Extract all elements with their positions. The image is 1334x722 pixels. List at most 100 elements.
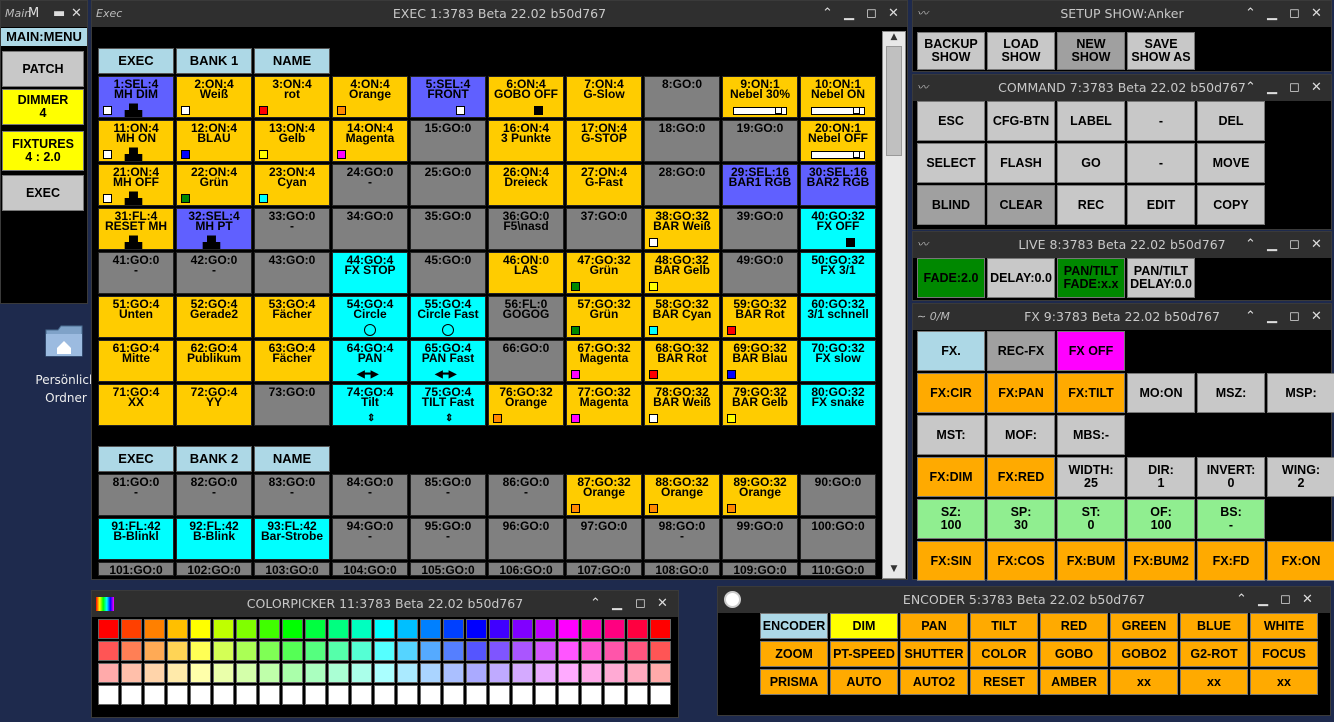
maximize-icon[interactable]: ◻ [1289, 304, 1300, 330]
color-swatch-button[interactable] [604, 663, 625, 683]
color-swatch-button[interactable] [466, 641, 487, 661]
exec-cell[interactable]: 93:FL:42 Bar-Strobe [254, 518, 330, 560]
color-swatch-button[interactable] [604, 685, 625, 705]
command-button[interactable]: EDIT [1127, 185, 1195, 225]
command-button[interactable]: SELECT [917, 143, 985, 183]
fx-button[interactable]: SZ: 100 [917, 499, 985, 539]
color-swatch-button[interactable] [305, 685, 326, 705]
color-swatch-button[interactable] [351, 685, 372, 705]
maximize-icon[interactable]: ◻ [1280, 587, 1291, 613]
color-swatch-button[interactable] [650, 685, 671, 705]
fx-button[interactable]: REC-FX [987, 331, 1055, 371]
exec-cell[interactable]: 65:GO:4 PAN Fast ◀━▶ [410, 340, 486, 382]
exec-cell[interactable]: 40:GO:32 FX OFF [800, 208, 876, 250]
command-button[interactable]: LABEL [1057, 101, 1125, 141]
encoder-button[interactable]: G2-ROT [1180, 641, 1248, 667]
live-button-3[interactable]: PAN/TILT FADE:x.x [1057, 258, 1125, 298]
command-button[interactable]: FLASH [987, 143, 1055, 183]
encoder-button[interactable]: GOBO [1040, 641, 1108, 667]
live-button-1[interactable]: FADE:2.0 [917, 258, 985, 298]
fx-button[interactable]: DIR: 1 [1127, 457, 1195, 497]
exec-cell[interactable]: 36:GO:0 F5\nasd [488, 208, 564, 250]
exec-cell[interactable]: 67:GO:32 Magenta [566, 340, 642, 382]
color-swatch-button[interactable] [397, 663, 418, 683]
exec-cell[interactable]: 47:GO:32 Grün [566, 252, 642, 294]
color-swatch-button[interactable] [144, 619, 165, 639]
color-swatch-button[interactable] [374, 619, 395, 639]
command-button[interactable]: MOVE [1197, 143, 1265, 183]
exec-cell[interactable]: 4:ON:4 Orange [332, 76, 408, 118]
exec-cell[interactable]: 34:GO:0 [332, 208, 408, 250]
color-swatch-button[interactable] [489, 641, 510, 661]
exec-cell[interactable]: 110:GO:0 [800, 562, 876, 576]
exec-cell[interactable]: 77:GO:32 Magenta [566, 384, 642, 426]
exec-cell[interactable]: 25:GO:0 [410, 164, 486, 206]
command-button[interactable]: BLIND [917, 185, 985, 225]
close-icon[interactable]: ✕ [657, 591, 668, 617]
exec-cell[interactable]: 86:GO:0- [488, 474, 564, 516]
exec-cell[interactable]: 41:GO:0- [98, 252, 174, 294]
exec-cell[interactable]: 50:GO:32 FX 3/1 [800, 252, 876, 294]
setup-button-2[interactable]: LOAD SHOW [987, 32, 1055, 70]
minimize-icon[interactable]: ▁ [1267, 1, 1277, 27]
exec-cell[interactable]: 38:GO:32 BAR Weiß [644, 208, 720, 250]
color-swatch-button[interactable] [581, 619, 602, 639]
exec-cell[interactable]: 56:FL:0 GOGOG [488, 296, 564, 338]
color-swatch-button[interactable] [213, 619, 234, 639]
color-swatch-button[interactable] [489, 663, 510, 683]
color-swatch-button[interactable] [535, 619, 556, 639]
exec-cell[interactable]: 43:GO:0 [254, 252, 330, 294]
fx-button[interactable]: MSP: [1267, 373, 1334, 413]
color-swatch-button[interactable] [443, 619, 464, 639]
color-swatch-button[interactable] [144, 641, 165, 661]
exec-cell[interactable]: 37:GO:0 [566, 208, 642, 250]
main-menu-button-1[interactable]: PATCH [2, 51, 84, 87]
maximize-icon[interactable]: ◻ [866, 1, 877, 27]
live-button-2[interactable]: DELAY:0.0 [987, 258, 1055, 298]
scroll-down-icon[interactable]: ▼ [883, 564, 905, 578]
color-swatch-button[interactable] [98, 619, 119, 639]
fx-button[interactable]: MOF: [987, 415, 1055, 455]
exec-cell[interactable]: 66:GO:0 [488, 340, 564, 382]
color-swatch-button[interactable] [512, 619, 533, 639]
exec-cell[interactable]: 104:GO:0 [332, 562, 408, 576]
fx-button[interactable]: SP: 30 [987, 499, 1055, 539]
exec-cell[interactable]: 20:ON:1 Nebel OFF [800, 120, 876, 162]
exec-cell[interactable]: 54:GO:4 Circle [332, 296, 408, 338]
color-swatch-button[interactable] [443, 663, 464, 683]
color-swatch-button[interactable] [213, 641, 234, 661]
exec-cell[interactable]: 51:GO:4 Unten [98, 296, 174, 338]
exec-cell[interactable]: 19:GO:0 [722, 120, 798, 162]
color-swatch-button[interactable] [466, 685, 487, 705]
exec-cell[interactable]: 15:GO:0 [410, 120, 486, 162]
exec-cell[interactable]: 103:GO:0 [254, 562, 330, 576]
color-swatch-button[interactable] [190, 619, 211, 639]
exec-cell[interactable]: 27:ON:4 G-Fast [566, 164, 642, 206]
command-titlebar[interactable]: 〰 COMMAND 7:3783 Beta 22.02 b50d767 ⌃ ▁ … [913, 75, 1331, 101]
color-swatch-button[interactable] [466, 663, 487, 683]
exec-cell[interactable]: 94:GO:0- [332, 518, 408, 560]
setup-button-4[interactable]: SAVE SHOW AS [1127, 32, 1195, 70]
color-swatch-button[interactable] [627, 641, 648, 661]
maximize-icon[interactable]: ◻ [1289, 75, 1300, 101]
collapse-icon[interactable]: ⌃ [590, 591, 601, 617]
command-button[interactable]: DEL [1197, 101, 1265, 141]
command-button[interactable]: GO [1057, 143, 1125, 183]
fx-button[interactable]: WIDTH: 25 [1057, 457, 1125, 497]
close-icon[interactable]: ✕ [1311, 232, 1322, 258]
exec-cell[interactable]: 52:GO:4 Gerade2 [176, 296, 252, 338]
color-swatch-button[interactable] [558, 663, 579, 683]
color-swatch-button[interactable] [627, 619, 648, 639]
minimize-icon[interactable]: ▁ [1267, 304, 1277, 330]
fx-button[interactable]: MSZ: [1197, 373, 1265, 413]
exec-cell[interactable]: 79:GO:32 BAR Gelb [722, 384, 798, 426]
color-swatch-button[interactable] [121, 619, 142, 639]
color-swatch-button[interactable] [190, 663, 211, 683]
exec-cell[interactable]: 74:GO:4 Tilt ⇕ [332, 384, 408, 426]
encoder-button[interactable]: xx [1250, 669, 1318, 695]
encoder-button[interactable]: SHUTTER [900, 641, 968, 667]
exec-cell[interactable]: 72:GO:4 YY [176, 384, 252, 426]
setup-titlebar[interactable]: 〰 SETUP SHOW:Anker ⌃ ▁ ◻ ✕ [913, 1, 1331, 27]
live-titlebar[interactable]: 〰 LIVE 8:3783 Beta 22.02 b50d767 ⌃ ▁ ◻ ✕ [913, 232, 1331, 258]
color-swatch-button[interactable] [558, 641, 579, 661]
